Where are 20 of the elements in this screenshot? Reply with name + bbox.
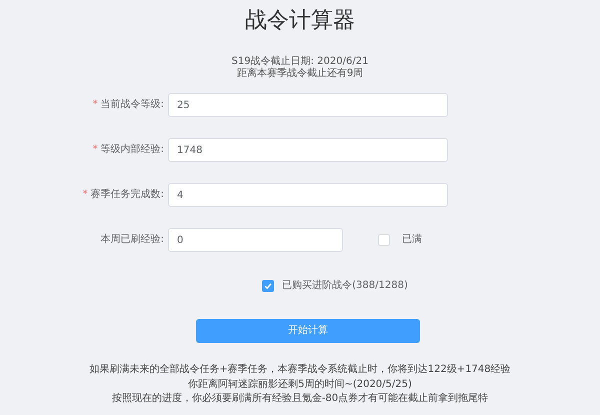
field-label: 本周已刷经验:	[100, 234, 164, 245]
checkbox[interactable]	[262, 280, 274, 292]
input-field[interactable]: 0	[168, 228, 343, 252]
info-text: S19战令截止日期: 2020/6/21	[232, 56, 368, 67]
page-title: 战令计算器	[245, 7, 355, 35]
required-mark: *	[92, 99, 98, 110]
result-text: 你距离阿轲迷踪丽影还剩5周的时间~(2020/5/25)	[188, 378, 412, 390]
field-label: 等级内部经验:	[100, 144, 164, 155]
field-label: 赛季任务完成数:	[90, 189, 164, 200]
field-label: 当前战令等级:	[100, 99, 164, 110]
result-text: 按照现在的进度，你必须要刷满所有经验且氪金-80点券才有可能在截止前拿到拖尾特	[112, 393, 488, 404]
input-field[interactable]: 25	[168, 93, 448, 117]
info-text: 距离本赛季战令截止还有9周	[236, 68, 364, 79]
checkbox-label: 已购买进阶战令(388/1288)	[282, 280, 408, 292]
required-mark: *	[92, 144, 98, 155]
required-mark: *	[82, 189, 88, 200]
input-field[interactable]: 4	[168, 183, 448, 207]
result-text: 如果刷满未来的全部战令任务+赛季任务，本赛季战令系统截止时，你将到达122级+1748经验	[89, 364, 511, 375]
checkbox-label: 已满	[402, 234, 422, 246]
input-field[interactable]: 1748	[168, 138, 448, 162]
